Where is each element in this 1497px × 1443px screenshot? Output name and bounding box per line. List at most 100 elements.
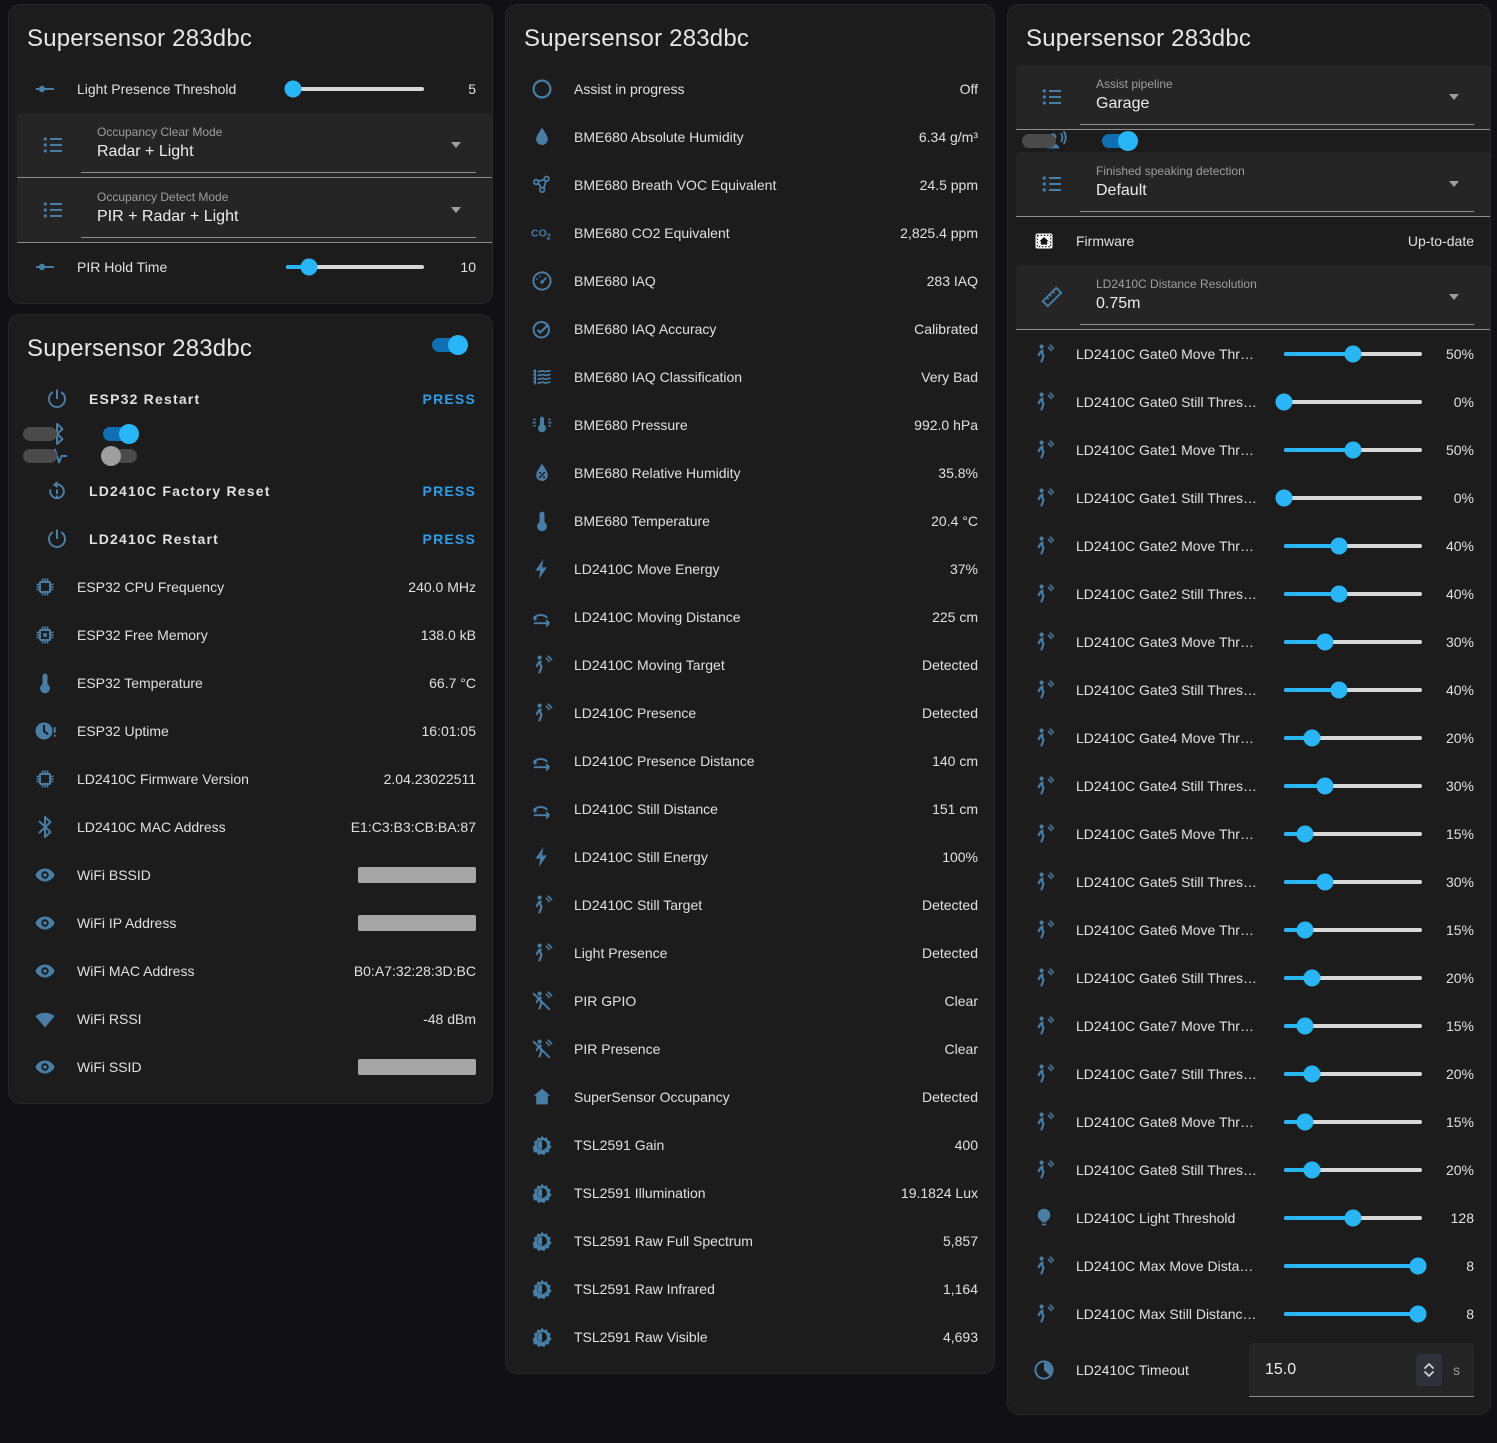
row-bme680-pressure: BME680 Pressure992.0 hPa [506, 401, 994, 449]
row-ld2410c-still-target: LD2410C Still TargetDetected [506, 881, 994, 929]
slider-ld2410c-gate2-still-thres[interactable] [1284, 578, 1422, 610]
slider-thumb[interactable] [1345, 346, 1362, 363]
motion-icon [1024, 486, 1064, 510]
slider-thumb[interactable] [1296, 1114, 1313, 1131]
select-field-assist-pipeline[interactable]: Assist pipelineGarage [1080, 69, 1474, 125]
number-input[interactable]: 15.0s [1249, 1343, 1474, 1397]
redacted-value [358, 1059, 476, 1075]
slider-ld2410c-gate3-move-thr[interactable] [1284, 626, 1422, 658]
row-label: BME680 Relative Humidity [574, 465, 926, 481]
row-ld2410c-gate2-still-thres: LD2410C Gate2 Still Thres…40% [1008, 570, 1490, 618]
slider-ld2410c-gate1-still-thres[interactable] [1284, 482, 1422, 514]
row-bme680-relative-humidity: BME680 Relative Humidity35.8% [506, 449, 994, 497]
svg-text:2: 2 [547, 233, 552, 242]
slider-thumb[interactable] [284, 81, 301, 98]
slider-thumb[interactable] [1409, 1258, 1426, 1275]
slider-thumb[interactable] [1331, 538, 1348, 555]
row-tsl2591-raw-infrared: TSL2591 Raw Infrared1,164 [506, 1265, 994, 1313]
row-finished-speaking-detection: Finished speaking detectionDefault [1016, 152, 1490, 217]
slider-thumb[interactable] [1331, 586, 1348, 603]
slider-thumb[interactable] [1409, 1306, 1426, 1323]
row-label: LD2410C Gate8 Move Thr… [1076, 1114, 1276, 1130]
slider-thumb[interactable] [1303, 970, 1320, 987]
column-3: Supersensor 283dbc Assist pipelineGarage… [1007, 4, 1491, 1415]
row-label: LD2410C Presence Distance [574, 753, 920, 769]
slider-ld2410c-gate8-move-thr[interactable] [1284, 1106, 1422, 1138]
slider-thumb[interactable] [1276, 394, 1293, 411]
toggle-ld2410c-engineering-mode[interactable] [101, 445, 139, 467]
signal-icon [522, 797, 562, 821]
slider-ld2410c-gate1-move-thr[interactable] [1284, 434, 1422, 466]
row-esp32-restart: ESP32 RestartPRESS [21, 375, 492, 423]
slider-thumb[interactable] [1296, 922, 1313, 939]
slider-thumb[interactable] [1303, 1162, 1320, 1179]
slider-ld2410c-gate7-still-thres[interactable] [1284, 1058, 1422, 1090]
press-button[interactable]: PRESS [423, 391, 476, 407]
chevron-down-icon [1449, 94, 1459, 100]
slider-thumb[interactable] [1276, 490, 1293, 507]
row-label: LD2410C Gate7 Move Thr… [1076, 1018, 1276, 1034]
select-field-ld2410c-distance-resolution[interactable]: LD2410C Distance Resolution0.75m [1080, 269, 1474, 325]
row-value: 992.0 hPa [914, 417, 978, 433]
row-ld2410c-gate0-move-thr: LD2410C Gate0 Move Thr…50% [1008, 330, 1490, 378]
select-field-finished-speaking-detection[interactable]: Finished speaking detectionDefault [1080, 156, 1474, 212]
slider-ld2410c-gate7-move-thr[interactable] [1284, 1010, 1422, 1042]
row-ld2410c-distance-resolution: LD2410C Distance Resolution0.75m [1016, 265, 1490, 330]
select-field-occupancy-detect-mode[interactable]: Occupancy Detect ModePIR + Radar + Light [81, 182, 476, 238]
row-occupancy-detect-mode: Occupancy Detect ModePIR + Radar + Light [17, 178, 492, 243]
slider-ld2410c-gate2-move-thr[interactable] [1284, 530, 1422, 562]
slider-thumb[interactable] [1317, 874, 1334, 891]
slider-ld2410c-max-move-dista[interactable] [1284, 1250, 1422, 1282]
row-label: BME680 IAQ Classification [574, 369, 909, 385]
slider-ld2410c-gate8-still-thres[interactable] [1284, 1154, 1422, 1186]
card-main-toggle[interactable] [430, 334, 468, 356]
slider-ld2410c-gate3-still-thres[interactable] [1284, 674, 1422, 706]
row-value: 37% [950, 561, 978, 577]
slider-thumb[interactable] [1317, 778, 1334, 795]
checkcircle-icon [522, 317, 562, 341]
motion-icon [1024, 822, 1064, 846]
slider-thumb[interactable] [1303, 730, 1320, 747]
row-label: LD2410C Gate2 Move Thr… [1076, 538, 1276, 554]
slider-ld2410c-gate0-still-thres[interactable] [1284, 386, 1422, 418]
row-label: WiFi MAC Address [77, 963, 342, 979]
slider-thumb[interactable] [1345, 442, 1362, 459]
list-icon [33, 133, 73, 157]
slider-ld2410c-light-threshold[interactable] [1284, 1202, 1422, 1234]
stepper-icon[interactable] [1416, 1354, 1442, 1386]
slider-ld2410c-gate4-move-thr[interactable] [1284, 722, 1422, 754]
slider-thumb[interactable] [1296, 1018, 1313, 1035]
slider-ld2410c-gate0-move-thr[interactable] [1284, 338, 1422, 370]
slider-light-presence-threshold[interactable] [286, 73, 424, 105]
select-label: Finished speaking detection [1096, 164, 1434, 178]
slider-ld2410c-gate6-still-thres[interactable] [1284, 962, 1422, 994]
slider-ld2410c-gate6-move-thr[interactable] [1284, 914, 1422, 946]
press-button[interactable]: PRESS [423, 483, 476, 499]
row-label: ESP32 Free Memory [77, 627, 409, 643]
row-label: LD2410C Gate0 Still Thres… [1076, 394, 1276, 410]
row-label: LD2410C Gate4 Move Thr… [1076, 730, 1276, 746]
slider-thumb[interactable] [1317, 634, 1334, 651]
slider-ld2410c-gate5-move-thr[interactable] [1284, 818, 1422, 850]
slider-thumb[interactable] [301, 259, 318, 276]
select-field-occupancy-clear-mode[interactable]: Occupancy Clear ModeRadar + Light [81, 117, 476, 173]
press-button[interactable]: PRESS [423, 531, 476, 547]
slider-thumb[interactable] [1331, 682, 1348, 699]
slider-thumb[interactable] [1296, 826, 1313, 843]
slider-pir-hold-time[interactable] [286, 251, 424, 283]
toggle-ld2410c-bluetooth[interactable] [101, 423, 139, 445]
slider-ld2410c-max-still-distanc[interactable] [1284, 1298, 1422, 1330]
slider-thumb[interactable] [1345, 1210, 1362, 1227]
row-label: LD2410C Gate2 Still Thres… [1076, 586, 1276, 602]
row-ld2410c-light-threshold: LD2410C Light Threshold128 [1008, 1194, 1490, 1242]
slider-ld2410c-gate5-still-thres[interactable] [1284, 866, 1422, 898]
slider-thumb[interactable] [1303, 1066, 1320, 1083]
toggle-enable-wake-word[interactable] [1100, 130, 1138, 152]
row-value: 1,164 [943, 1281, 978, 1297]
row-label: LD2410C Restart [89, 531, 411, 547]
slider-track [1284, 1312, 1422, 1316]
chevron-down-icon [1449, 181, 1459, 187]
row-ld2410c-gate3-move-thr: LD2410C Gate3 Move Thr…30% [1008, 618, 1490, 666]
power-icon [37, 387, 77, 411]
slider-ld2410c-gate4-still-thres[interactable] [1284, 770, 1422, 802]
